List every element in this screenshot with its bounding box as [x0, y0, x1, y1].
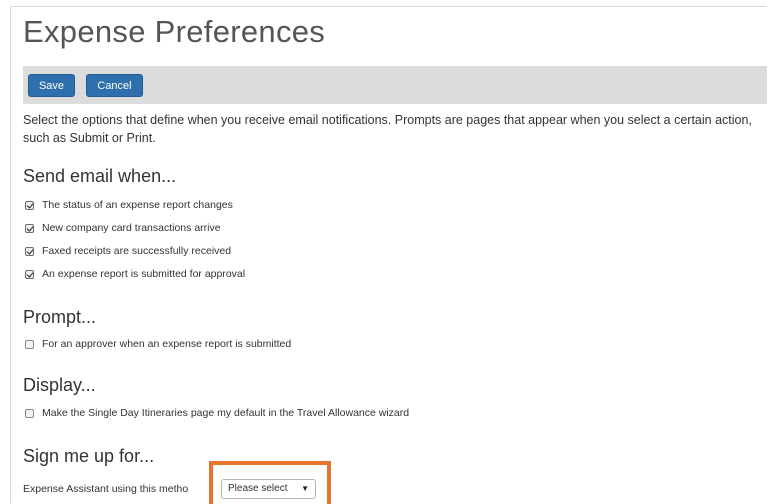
option-label: An expense report is submitted for appro… — [42, 268, 246, 280]
prompt-heading: Prompt... — [23, 307, 97, 327]
cancel-button[interactable]: Cancel — [86, 74, 143, 97]
send-email-heading: Send email when... — [23, 166, 177, 186]
signup-heading: Sign me up for... — [23, 446, 155, 466]
checkbox-checked[interactable] — [25, 223, 34, 233]
option-submitted-for-approval[interactable]: An expense report is submitted for appro… — [25, 267, 245, 281]
checkbox-unchecked[interactable] — [25, 339, 34, 349]
select-value: Please select — [228, 483, 288, 494]
option-status-changes[interactable]: The status of an expense report changes — [25, 198, 233, 212]
checkbox-checked[interactable] — [25, 200, 34, 210]
display-heading: Display... — [23, 375, 96, 395]
save-button[interactable]: Save — [28, 74, 75, 97]
option-label: For an approver when an expense report i… — [42, 338, 292, 350]
intro-text: Select the options that define when you … — [23, 113, 752, 145]
checkbox-checked[interactable] — [25, 269, 34, 279]
method-select[interactable]: Please select ▼ — [221, 479, 316, 499]
option-label: New company card transactions arrive — [42, 222, 221, 234]
chevron-down-icon: ▼ — [301, 484, 309, 493]
option-card-transactions[interactable]: New company card transactions arrive — [25, 221, 221, 235]
option-label: Make the Single Day Itineraries page my … — [42, 407, 410, 419]
checkbox-checked[interactable] — [25, 246, 34, 256]
toolbar: Save Cancel — [23, 66, 767, 104]
checkbox-unchecked[interactable] — [25, 408, 34, 418]
expense-assistant-label: Expense Assistant using this metho — [23, 483, 189, 495]
page-title: Expense Preferences — [23, 14, 326, 49]
option-faxed-receipts[interactable]: Faxed receipts are successfully received — [25, 244, 231, 258]
option-approver-prompt[interactable]: For an approver when an expense report i… — [25, 337, 291, 351]
option-single-day-itineraries[interactable]: Make the Single Day Itineraries page my … — [25, 406, 409, 420]
option-label: Faxed receipts are successfully received — [42, 245, 232, 257]
option-label: The status of an expense report changes — [42, 199, 233, 211]
